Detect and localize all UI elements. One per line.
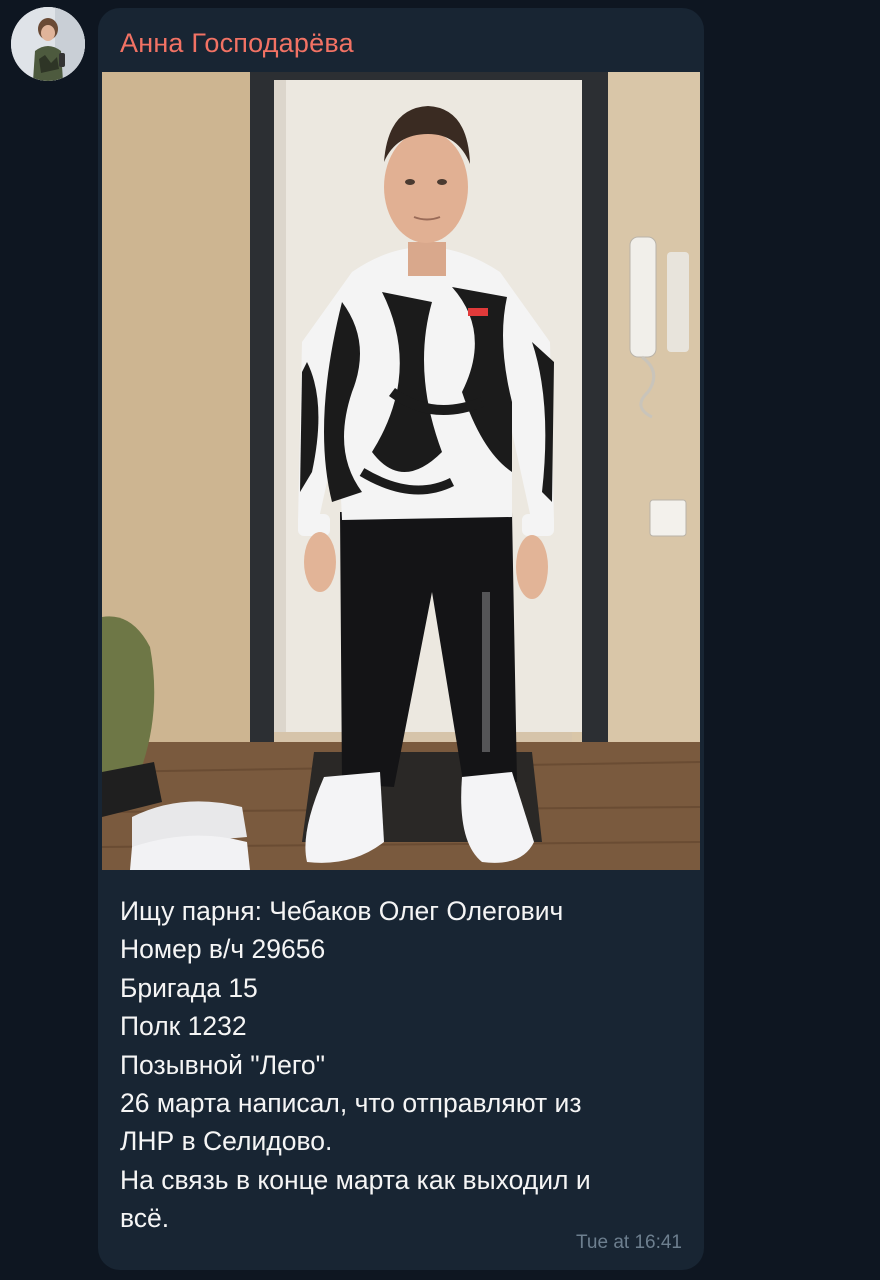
message-line: Бригада 15 [120, 972, 258, 1003]
message-timestamp: Tue at 16:41 [576, 1232, 682, 1253]
sender-name[interactable]: Анна Господарёва [120, 28, 354, 59]
message-line: Номер в/ч 29656 [120, 934, 326, 965]
message-text: Ищу парня: Чебаков Олег Олегович Номер в… [120, 892, 680, 1238]
message-line: Ищу парня: Чебаков Олег Олегович [120, 896, 564, 926]
message-photo[interactable] [102, 72, 700, 870]
message-line: 26 марта написал, что отправляют из [120, 1088, 582, 1119]
avatar-image [11, 7, 85, 81]
message-line: ЛНР в Селидово. [120, 1126, 333, 1157]
photo-image [102, 72, 700, 870]
message-line: На связь в конце марта как выходил и [120, 1164, 591, 1195]
chat-view: Анна Господарёва Ищу парня: Чебаков Олег… [0, 0, 880, 1280]
message-line: Позывной "Лего" [120, 1049, 326, 1080]
message-line: Полк 1232 [120, 1011, 247, 1042]
message-bubble[interactable]: Анна Господарёва Ищу парня: Чебаков Олег… [98, 8, 704, 1270]
sender-avatar[interactable] [11, 7, 85, 81]
